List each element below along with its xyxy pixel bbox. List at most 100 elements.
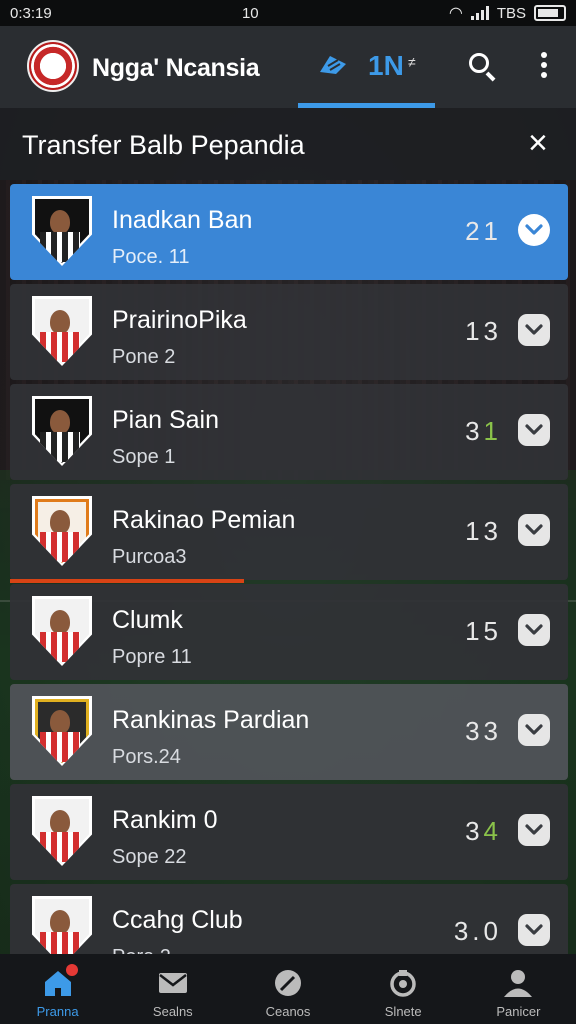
rating-accent: 3: [483, 716, 502, 746]
panel-title: Transfer Balb Pepandia: [22, 130, 305, 160]
player-position: Popre 11: [112, 646, 192, 668]
leaf-icon: [272, 968, 304, 998]
chevron-down-icon: [525, 324, 543, 335]
player-row[interactable]: Inadkan Ban Poce. 11 21: [10, 184, 568, 280]
player-row[interactable]: Clumk Popre 11 15: [10, 584, 568, 680]
notification-badge: [66, 964, 78, 976]
expand-button[interactable]: [518, 814, 550, 846]
chevron-down-icon: [525, 424, 543, 435]
ball-icon: [318, 52, 348, 83]
player-name: Rakinao Pemian: [112, 506, 296, 534]
rating-main: 1: [465, 516, 484, 546]
player-crest-icon: [32, 596, 92, 666]
player-crest-icon: [32, 396, 92, 466]
player-row[interactable]: PrairinoPika Pone 2 13: [10, 284, 568, 380]
tab-underline: [298, 103, 435, 108]
mail-icon: [157, 968, 189, 998]
player-position: Pors.24: [112, 746, 181, 768]
more-options-button[interactable]: [534, 48, 554, 84]
rating-accent: 0: [483, 916, 502, 946]
chevron-down-icon: [525, 924, 543, 935]
signal-icon: [470, 6, 489, 20]
player-row[interactable]: Rankinas Pardian Pors.24 33: [10, 684, 568, 780]
expand-button[interactable]: [518, 314, 550, 346]
nav-item[interactable]: Slnete: [346, 954, 461, 1024]
rating-accent: 1: [483, 416, 502, 446]
nav-label: Pranna: [36, 1004, 79, 1019]
player-name: Inadkan Ban: [112, 206, 253, 234]
player-row[interactable]: Rakinao Pemian Purcoa3 13: [10, 484, 568, 583]
close-button[interactable]: ×: [528, 126, 548, 160]
player-name: Rankinas Pardian: [112, 706, 310, 734]
chevron-down-icon: [525, 624, 543, 635]
player-position: Pone 2: [112, 346, 176, 368]
player-rating: 3.0: [454, 916, 502, 947]
player-crest-icon: [32, 296, 92, 366]
expand-button[interactable]: [518, 714, 550, 746]
status-center: 10: [241, 4, 259, 22]
rating-main: 2: [465, 216, 484, 246]
club-logo-icon[interactable]: [27, 40, 79, 92]
player-name: Clumk: [112, 606, 183, 634]
close-icon: ×: [528, 124, 548, 162]
chevron-down-icon: [525, 724, 543, 735]
player-name: PrairinoPika: [112, 306, 247, 334]
player-crest-icon: [32, 496, 92, 566]
player-position: Sope 22: [112, 846, 187, 868]
player-row[interactable]: Pian Sain Sope 1 31: [10, 384, 568, 480]
expand-button[interactable]: [518, 514, 550, 546]
player-rating: 13: [465, 316, 502, 347]
battery-text: TBS: [496, 4, 526, 22]
rating-accent: 1: [483, 216, 502, 246]
tab-active[interactable]: 1N ≠: [298, 26, 435, 108]
panel-header: Transfer Balb Pepandia ×: [0, 108, 576, 180]
rating-main: 3: [465, 416, 484, 446]
nav-item[interactable]: Sealns: [115, 954, 230, 1024]
expand-button[interactable]: [518, 914, 550, 946]
expand-button[interactable]: [518, 614, 550, 646]
rating-main: 3: [465, 816, 484, 846]
chevron-down-icon: [525, 524, 543, 535]
nav-label: Ceanos: [265, 1004, 311, 1019]
player-crest-icon: [32, 696, 92, 766]
expand-button[interactable]: [518, 214, 550, 246]
player-rating: 33: [465, 716, 502, 747]
status-bar: 0:3:19 10 ◠ TBS: [0, 0, 576, 26]
stopwatch-icon: [387, 968, 419, 998]
app-title: Ngga' Ncansia: [92, 54, 260, 82]
player-position: Poce. 11: [112, 246, 190, 268]
more-vertical-icon: [541, 52, 547, 58]
bottom-navigation: Pranna Sealns Ceanos Slnete Panicer: [0, 954, 576, 1024]
nav-label: Sealns: [152, 1004, 193, 1019]
rating-accent: 4: [483, 816, 502, 846]
player-rating: 13: [465, 516, 502, 547]
rating-accent: 3: [483, 316, 502, 346]
rating-main: 1: [465, 616, 484, 646]
player-rating: 15: [465, 616, 502, 647]
player-crest-icon: [32, 796, 92, 866]
rating-main: 3: [465, 716, 484, 746]
nav-item[interactable]: Panicer: [461, 954, 576, 1024]
rating-accent: 3: [483, 516, 502, 546]
rating-main: 3.: [453, 916, 484, 946]
progress-bar: [10, 579, 244, 583]
nav-label: Slnete: [384, 1004, 422, 1019]
wifi-icon: ◠: [448, 5, 463, 22]
status-icons: ◠ TBS: [449, 3, 566, 23]
chevron-down-icon: [525, 824, 543, 835]
app-bar: Ngga' Ncansia 1N ≠: [0, 26, 576, 108]
nav-item[interactable]: Pranna: [0, 954, 115, 1024]
chevron-down-icon: [525, 224, 543, 235]
expand-button[interactable]: [518, 414, 550, 446]
player-rating: 34: [465, 816, 502, 847]
player-crest-icon: [32, 196, 92, 266]
player-rating: 31: [465, 416, 502, 447]
player-list: Inadkan Ban Poce. 11 21 PrairinoPika Pon…: [10, 184, 568, 984]
player-name: Rankim 0: [112, 806, 218, 834]
nav-item[interactable]: Ceanos: [230, 954, 345, 1024]
person-icon: [502, 968, 534, 998]
tab-label: 1N: [368, 50, 404, 81]
search-button[interactable]: [466, 50, 500, 84]
player-row[interactable]: Rankim 0 Sope 22 34: [10, 784, 568, 880]
rating-main: 1: [465, 316, 484, 346]
